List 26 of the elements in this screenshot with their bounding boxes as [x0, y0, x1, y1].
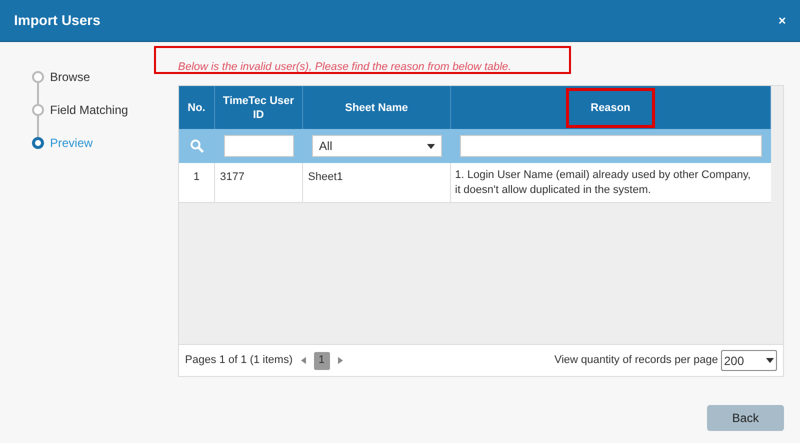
filter-dropdown[interactable]: All [312, 135, 442, 157]
column-header: Sheet Name [345, 100, 408, 114]
error-message: Below is the invalid user(s), Please find the reason from below table. [178, 60, 512, 74]
table-cell: Sheet1 [303, 163, 451, 202]
caret-icon [427, 144, 435, 148]
table-cell-text: 1. Login User Name (email) already used by other Company, it doesn't allow duplicated in the system. [454, 168, 752, 198]
back-button[interactable]: Back [707, 405, 784, 431]
window-title: Import Users [14, 11, 100, 30]
table-cell: 3177 [215, 163, 303, 202]
caret-icon [766, 358, 774, 363]
search-icon [190, 139, 204, 153]
filter-field[interactable] [460, 135, 762, 157]
table-cell: 1 [179, 163, 215, 202]
per-page-dropdown[interactable]: 200 [721, 350, 777, 371]
column-header: Reason [566, 88, 656, 128]
close-button[interactable]: × [778, 10, 786, 30]
page-button[interactable]: 1 [314, 352, 330, 370]
filter-field[interactable] [224, 135, 294, 157]
previous-icon[interactable] [300, 357, 306, 364]
column-header: TimeTec User ID [222, 94, 296, 122]
step-label[interactable]: Field Matching [50, 100, 128, 118]
per-page-label: View quantity of records per page [554, 353, 718, 368]
pager-summary: Pages 1 of 1 (1 items) [185, 353, 293, 368]
column-header: No. [188, 100, 206, 114]
next-icon[interactable] [338, 357, 343, 364]
step-label[interactable]: Browse [50, 68, 90, 86]
